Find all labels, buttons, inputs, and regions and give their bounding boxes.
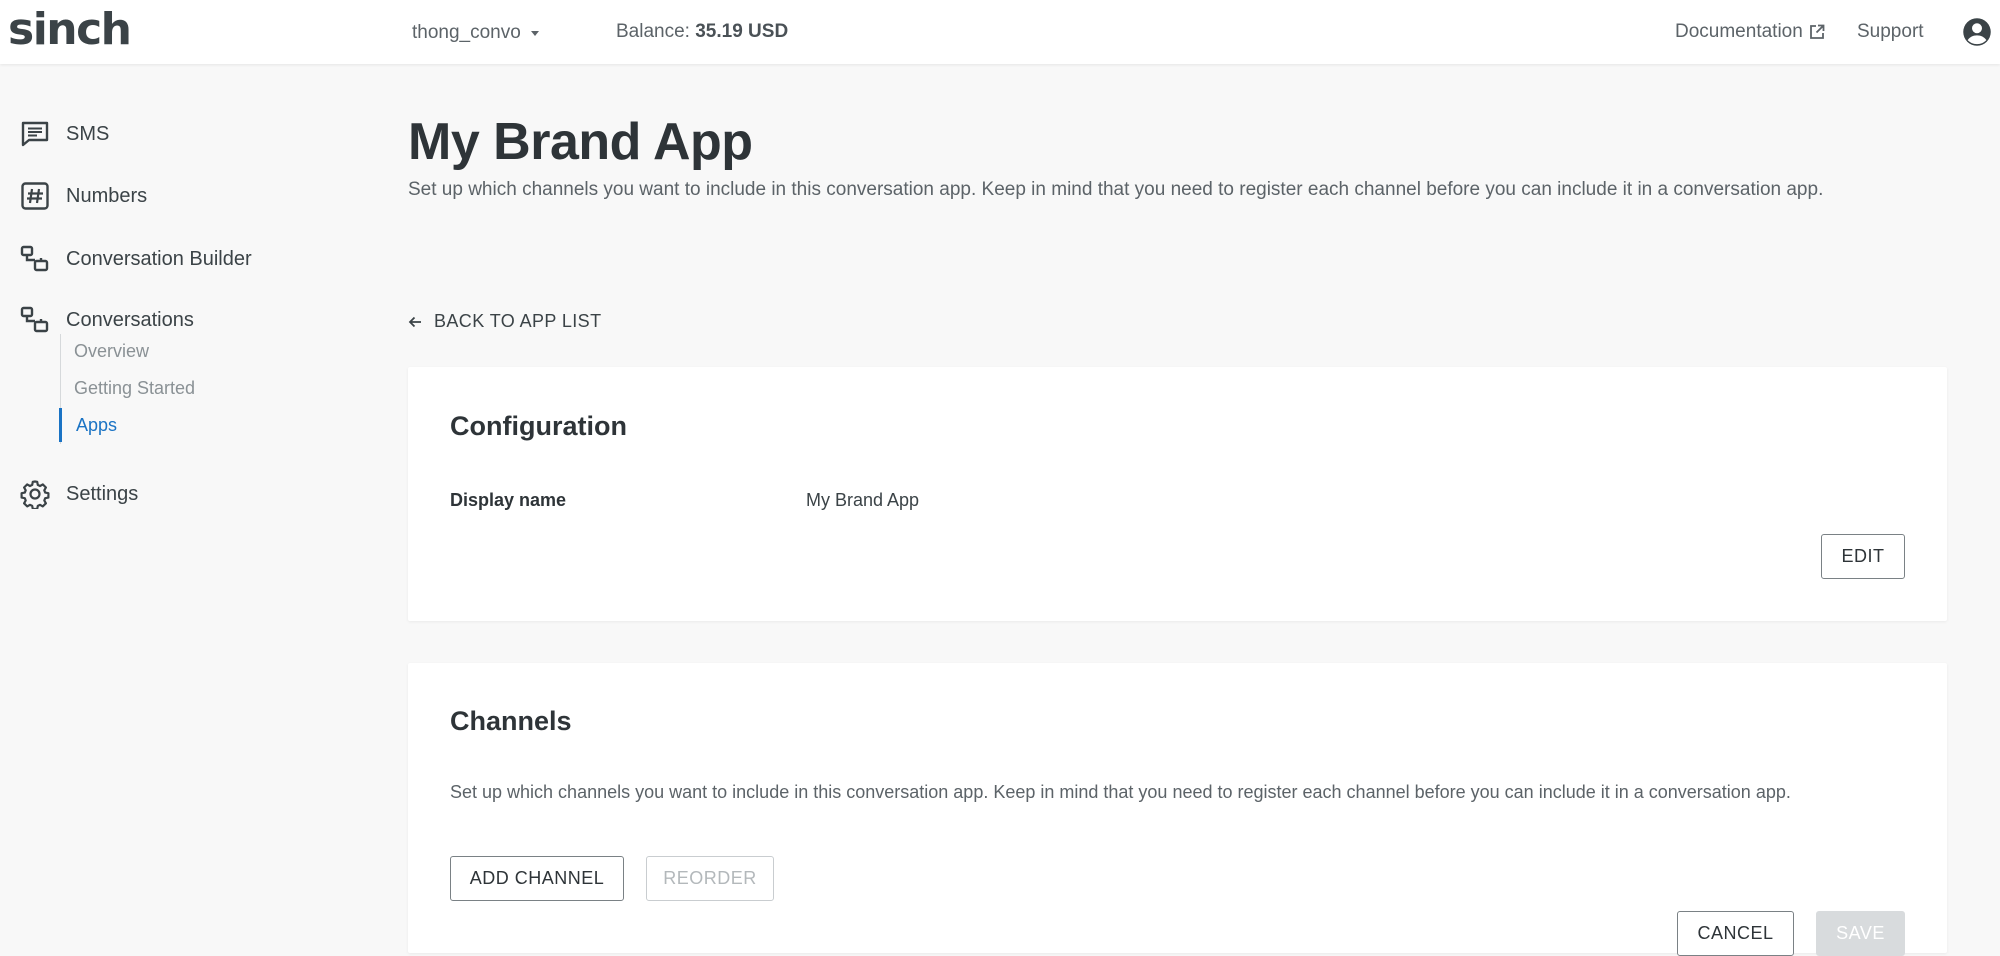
sidebar-item-label: Conversation Builder bbox=[66, 247, 252, 270]
channels-title: Channels bbox=[450, 706, 572, 736]
channels-card: Channels Set up which channels you want … bbox=[408, 663, 1947, 956]
conversation-icon bbox=[20, 245, 49, 272]
hash-icon bbox=[21, 182, 49, 210]
sinch-logo[interactable]: sinch bbox=[8, 4, 132, 55]
configuration-card: Configuration Display name My Brand App … bbox=[408, 367, 1947, 621]
display-name-value: My Brand App bbox=[806, 490, 920, 510]
sidebar-item-sms[interactable]: SMS bbox=[20, 114, 109, 154]
conversations-subnav: Overview Getting Started Apps bbox=[59, 334, 261, 444]
sidebar-item-numbers[interactable]: Numbers bbox=[20, 176, 147, 216]
page-description: Set up which channels you want to includ… bbox=[408, 179, 1824, 200]
gear-icon bbox=[20, 480, 50, 509]
account-circle-icon[interactable] bbox=[1962, 17, 1992, 47]
balance-display: Balance: 35.19 USD bbox=[616, 21, 788, 43]
display-name-label: Display name bbox=[450, 490, 567, 510]
channels-description: Set up which channels you want to includ… bbox=[450, 782, 1791, 802]
sidebar-subitem-apps[interactable]: Apps bbox=[59, 408, 259, 442]
cancel-button[interactable]: CANCEL bbox=[1677, 911, 1794, 956]
caret-down-icon bbox=[530, 31, 539, 36]
sidebar-subitem-getting-started[interactable]: Getting Started bbox=[61, 371, 261, 405]
external-link-icon bbox=[1809, 24, 1825, 39]
reorder-button[interactable]: REORDER bbox=[646, 856, 774, 901]
balance-label: Balance: bbox=[616, 21, 690, 42]
top-bar: sinch thong_convo Balance: 35.19 USD Doc… bbox=[0, 0, 2000, 64]
sidebar-item-conversation-builder[interactable]: Conversation Builder bbox=[20, 239, 252, 279]
sidebar-item-label: Conversations bbox=[66, 308, 194, 331]
configuration-title: Configuration bbox=[450, 411, 627, 441]
documentation-link[interactable]: Documentation bbox=[1675, 21, 1825, 43]
sms-icon bbox=[21, 121, 49, 147]
sidebar-item-conversations[interactable]: Conversations bbox=[20, 300, 194, 340]
balance-value: 35.19 USD bbox=[695, 21, 789, 42]
support-link[interactable]: Support bbox=[1857, 21, 1924, 43]
page-title: My Brand App bbox=[408, 113, 753, 171]
conversation-icon bbox=[20, 306, 49, 333]
sidebar-item-label: Numbers bbox=[66, 184, 148, 207]
add-channel-button[interactable]: ADD CHANNEL bbox=[450, 856, 624, 901]
back-to-app-list-link[interactable]: BACK TO APP LIST bbox=[408, 311, 601, 332]
save-button[interactable]: SAVE bbox=[1816, 911, 1905, 956]
sidebar-item-label: Settings bbox=[66, 482, 139, 505]
sidebar-item-settings[interactable]: Settings bbox=[20, 474, 138, 514]
account-name: thong_convo bbox=[412, 22, 521, 43]
account-selector[interactable]: thong_convo bbox=[412, 22, 539, 44]
back-link-label: BACK TO APP LIST bbox=[434, 311, 602, 331]
edit-button[interactable]: EDIT bbox=[1821, 534, 1905, 579]
sidebar-subitem-overview[interactable]: Overview bbox=[61, 334, 261, 368]
sidebar: SMS Numbers Conversation Builder Convers… bbox=[0, 64, 380, 949]
documentation-label: Documentation bbox=[1675, 21, 1803, 42]
sidebar-item-label: SMS bbox=[66, 122, 110, 145]
arrow-left-icon bbox=[408, 316, 421, 327]
